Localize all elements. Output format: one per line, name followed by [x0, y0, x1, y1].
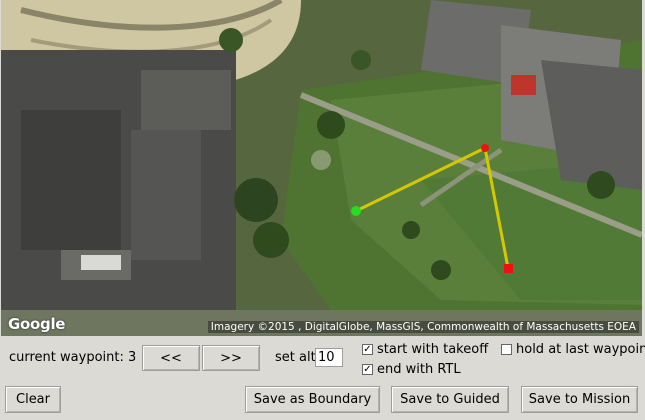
waypoint-start-marker[interactable] — [351, 206, 361, 216]
checkbox-box[interactable] — [501, 344, 512, 355]
google-logo: Google — [8, 315, 66, 333]
start-with-takeoff-label: start with takeoff — [377, 342, 489, 357]
start-with-takeoff-checkbox[interactable]: ✓ start with takeoff — [362, 342, 488, 357]
waypoint-end-marker[interactable] — [504, 264, 513, 273]
current-waypoint-label: current waypoint: 3 — [9, 350, 137, 365]
waypoint-marker[interactable] — [481, 144, 489, 152]
set-alt-label: set alt — [275, 350, 316, 365]
save-to-mission-button[interactable]: Save to Mission — [521, 386, 638, 413]
previous-waypoint-button[interactable]: << — [142, 345, 200, 371]
hold-at-last-waypoint-label: hold at last waypoint — [516, 342, 645, 357]
map-attribution: Imagery ©2015 , DigitalGlobe, MassGIS, C… — [207, 321, 639, 333]
checkbox-box[interactable]: ✓ — [362, 344, 373, 355]
mission-overlay — [351, 144, 513, 273]
route-segment — [355, 146, 486, 213]
route-segment — [483, 147, 510, 269]
save-as-boundary-button[interactable]: Save as Boundary — [245, 386, 380, 413]
end-with-rtl-label: end with RTL — [377, 362, 461, 377]
hold-at-last-waypoint-checkbox[interactable]: hold at last waypoint — [501, 342, 645, 357]
next-waypoint-button[interactable]: >> — [202, 345, 260, 371]
clear-button[interactable]: Clear — [5, 386, 61, 413]
satellite-map[interactable]: Google Imagery ©2015 , DigitalGlobe, Mas… — [1, 0, 642, 336]
checkbox-box[interactable]: ✓ — [362, 364, 373, 375]
altitude-input[interactable]: 10 — [315, 348, 343, 367]
end-with-rtl-checkbox[interactable]: ✓ end with RTL — [362, 362, 461, 377]
save-to-guided-button[interactable]: Save to Guided — [391, 386, 509, 413]
